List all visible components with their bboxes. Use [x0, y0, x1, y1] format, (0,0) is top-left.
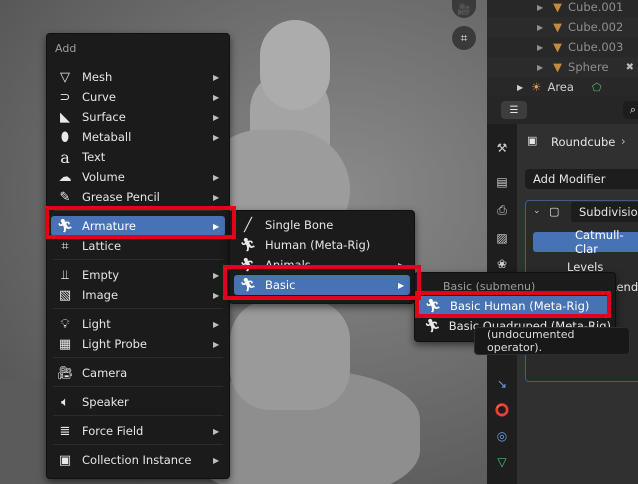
menu-separator [53, 357, 223, 358]
modifier-name-field[interactable]: Subdivision [571, 202, 638, 222]
surface-icon: ◣ [60, 109, 70, 125]
submenu-arrow-icon: ▶ [213, 319, 220, 329]
armature-icon: 🏃︎ [239, 237, 257, 253]
menu-item-collection-instance[interactable]: ▣ Collection Instance ▶ [51, 450, 225, 470]
viewport-object [230, 300, 350, 410]
menu-item-surface[interactable]: ◣ Surface ▶ [51, 107, 225, 127]
menu-item-mesh[interactable]: ▽ Mesh ▶ [51, 67, 225, 87]
menu-item-camera[interactable]: 🎥︎ Camera [51, 363, 225, 383]
scene-tab-icon[interactable]: ❀ [492, 254, 512, 274]
editor-type-icon[interactable]: ☰ [501, 101, 527, 119]
empty-icon: ⫫ [61, 267, 69, 283]
grease-pencil-icon: ✎ [59, 189, 71, 205]
bone-icon: ╱ [244, 217, 252, 233]
submenu-arrow-icon: ▶ [213, 132, 220, 142]
lattice-icon: ⌗ [61, 238, 69, 254]
text-icon: a [60, 147, 70, 167]
menu-item-volume[interactable]: ☁ Volume ▶ [51, 167, 225, 187]
menu-item-metaball[interactable]: ⬮ Metaball ▶ [51, 127, 225, 147]
object-icon: ▣ [527, 134, 538, 147]
menu-separator [53, 259, 223, 260]
light-probe-icon: ▦ [58, 336, 72, 352]
viewport-object [260, 20, 330, 110]
modifier-icon: ▢ [549, 205, 560, 218]
submenu-arrow-icon: ▶ [213, 192, 220, 202]
submenu-arrow-icon: ▶ [213, 426, 220, 436]
mesh-triangle-icon: ▼ [553, 0, 563, 14]
outliner-row[interactable]: ▶ ▼ Sphere ✖ [487, 57, 638, 77]
tool-tab-icon[interactable]: ⚒ [492, 138, 512, 158]
submenu-arrow-icon: ▶ [213, 112, 220, 122]
annotation-highlight-basic-human [415, 291, 611, 318]
collection-instance-icon: ▣ [58, 452, 72, 468]
mesh-icon: ▽ [60, 69, 70, 85]
physics-tab-icon[interactable]: ⭕ [492, 400, 512, 420]
outliner-panel[interactable]: ▶ ▼ Cube.001 ▶ ▼ Cube.002 ▶ ▼ Cube.003 ▶… [487, 0, 638, 96]
camera-icon: 🎥︎ [56, 365, 74, 381]
light-data-icon: ⬠ [591, 80, 602, 94]
menu-item-speaker[interactable]: 🔈︎ Speaker [51, 392, 225, 412]
annotation-highlight-armature [45, 206, 236, 239]
metaball-icon: ⬮ [60, 129, 70, 145]
grid-view-icon[interactable]: ⌗ [452, 26, 476, 50]
submenu-arrow-icon: ▶ [213, 172, 220, 182]
light-icon: ☀ [531, 80, 542, 94]
add-modifier-button[interactable]: Add Modifier [525, 169, 638, 189]
force-field-icon: ≣ [59, 423, 71, 439]
data-tab-icon[interactable]: ▽ [492, 452, 512, 472]
armature-icon: 🏃︎ [424, 318, 441, 334]
particles-tab-icon[interactable]: ↘ [492, 374, 512, 394]
menu-item-image[interactable]: ▧ Image ▶ [51, 285, 225, 305]
speaker-icon: 🔈︎ [61, 394, 69, 410]
menu-item-human-meta-rig[interactable]: 🏃︎ Human (Meta-Rig) [234, 235, 410, 255]
add-menu-title: Add [55, 42, 77, 55]
chevron-down-icon[interactable]: ⌄ [533, 206, 541, 216]
menu-item-force-field[interactable]: ≣ Force Field ▶ [51, 421, 225, 441]
menu-item-empty[interactable]: ⫫ Empty ▶ [51, 265, 225, 285]
chevron-right-icon: › [621, 134, 626, 148]
render-tab-icon[interactable]: ▤ [492, 172, 512, 192]
outliner-row[interactable]: ▶ ▼ Cube.002 [487, 17, 638, 37]
menu-separator [53, 444, 223, 445]
outliner-row[interactable]: ▶ ▼ Cube.001 [487, 0, 638, 17]
output-tab-icon[interactable]: ⎙ [492, 200, 512, 220]
menu-item-light-probe[interactable]: ▦ Light Probe ▶ [51, 334, 225, 354]
constraints-tab-icon[interactable]: ◎ [492, 426, 512, 446]
menu-item-curve[interactable]: ⊃ Curve ▶ [51, 87, 225, 107]
outliner-row[interactable]: ▶ ☀ Area ⬠ [487, 77, 638, 97]
tooltip: (undocumented operator). [474, 327, 630, 355]
image-icon: ▧ [58, 287, 72, 303]
volume-icon: ☁ [58, 169, 72, 185]
submenu-arrow-icon: ▶ [213, 72, 220, 82]
menu-item-single-bone[interactable]: ╱ Single Bone [234, 215, 410, 235]
menu-item-grease-pencil[interactable]: ✎ Grease Pencil ▶ [51, 187, 225, 207]
mesh-triangle-icon: ▼ [553, 40, 563, 54]
outliner-row[interactable]: ▶ ▼ Cube.003 [487, 37, 638, 57]
camera-view-icon[interactable]: 🎥 [452, 0, 476, 18]
menu-item-text[interactable]: a Text [51, 147, 225, 167]
curve-icon: ⊃ [59, 89, 71, 105]
view-layer-tab-icon[interactable]: ▨ [492, 228, 512, 248]
submenu-arrow-icon: ▶ [213, 92, 220, 102]
hide-toggle-icon[interactable]: ✖ [626, 62, 634, 73]
menu-separator [53, 386, 223, 387]
submenu-arrow-icon: ▶ [213, 339, 220, 349]
menu-item-lattice[interactable]: ⌗ Lattice [51, 236, 225, 256]
menu-separator [53, 415, 223, 416]
submenu-arrow-icon: ▶ [213, 455, 220, 465]
menu-item-light[interactable]: 💡︎ Light ▶ [51, 314, 225, 334]
search-icon[interactable]: ⌕ [623, 101, 638, 119]
object-name: Roundcube [551, 135, 616, 149]
mesh-triangle-icon: ▼ [553, 60, 563, 74]
mesh-triangle-icon: ▼ [553, 20, 563, 34]
catmull-clark-button[interactable]: Catmull-Clar [533, 228, 638, 256]
add-menu: Add ▽ Mesh ▶ ⊃ Curve ▶ ◣ Surface ▶ ⬮ Met… [46, 33, 230, 479]
light-icon: 💡︎ [60, 316, 70, 332]
menu-separator [53, 308, 223, 309]
annotation-highlight-basic [223, 265, 421, 300]
